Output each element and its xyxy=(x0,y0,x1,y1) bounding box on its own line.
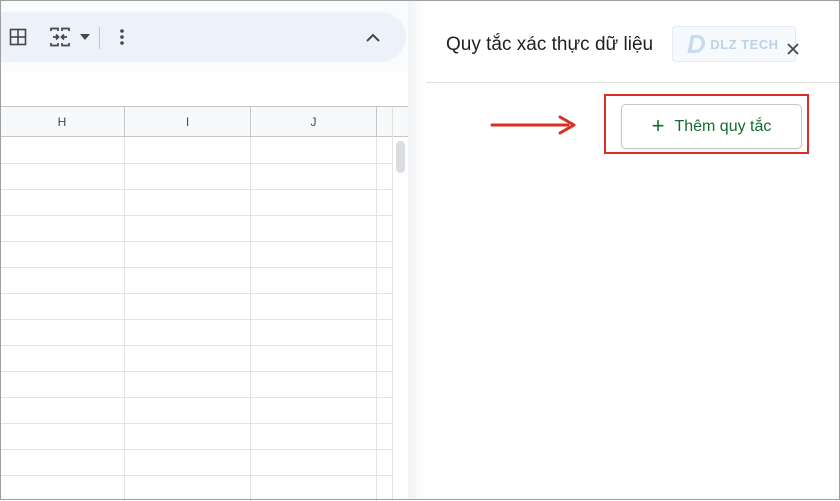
annotation-arrow-icon xyxy=(490,115,576,135)
toolbar-divider xyxy=(99,27,100,49)
panel-shadow xyxy=(408,0,426,500)
row-gridline xyxy=(0,189,392,190)
panel-title: Quy tắc xác thực dữ liệu xyxy=(446,34,654,55)
column-header-next[interactable] xyxy=(377,107,392,137)
row-gridline xyxy=(0,449,392,450)
row-gridline xyxy=(0,241,392,242)
close-button[interactable] xyxy=(782,38,804,60)
collapse-chevron-up-icon[interactable] xyxy=(362,24,384,50)
row-gridline xyxy=(0,293,392,294)
dropdown-caret-icon[interactable] xyxy=(78,24,92,50)
close-icon xyxy=(787,43,799,55)
add-rule-button[interactable]: + Thêm quy tắc xyxy=(621,104,802,149)
scrollbar-thumb[interactable] xyxy=(396,141,405,173)
row-gridline xyxy=(0,397,392,398)
column-header-h[interactable]: H xyxy=(0,107,125,137)
borders-icon[interactable] xyxy=(8,24,28,50)
column-header-j[interactable]: J xyxy=(251,107,377,137)
more-vert-icon[interactable] xyxy=(114,24,130,50)
row-gridline xyxy=(0,475,392,476)
column-header-i[interactable]: I xyxy=(125,107,251,137)
row-gridline xyxy=(0,267,392,268)
row-gridline xyxy=(0,163,392,164)
row-gridline xyxy=(0,345,392,346)
row-gridline xyxy=(0,215,392,216)
scrollbar-corner xyxy=(393,107,408,137)
add-rule-label: Thêm quy tắc xyxy=(674,117,772,135)
watermark-logo: D DLZ TECH xyxy=(672,26,796,62)
row-gridline xyxy=(0,423,392,424)
panel-divider xyxy=(426,82,840,83)
watermark-text: DLZ TECH xyxy=(710,36,779,52)
cell-grid[interactable]: H I J xyxy=(0,106,392,501)
watermark-mark: D xyxy=(687,29,707,59)
row-gridline xyxy=(0,319,392,320)
merge-cells-icon[interactable] xyxy=(48,24,72,50)
spreadsheet-pane: H I J xyxy=(0,0,408,501)
data-validation-panel: Quy tắc xác thực dữ liệu D DLZ TECH + Th… xyxy=(426,0,840,500)
plus-icon: + xyxy=(651,112,665,138)
vertical-scrollbar[interactable] xyxy=(392,106,408,500)
row-gridline xyxy=(0,371,392,372)
formula-bar[interactable] xyxy=(0,72,408,106)
